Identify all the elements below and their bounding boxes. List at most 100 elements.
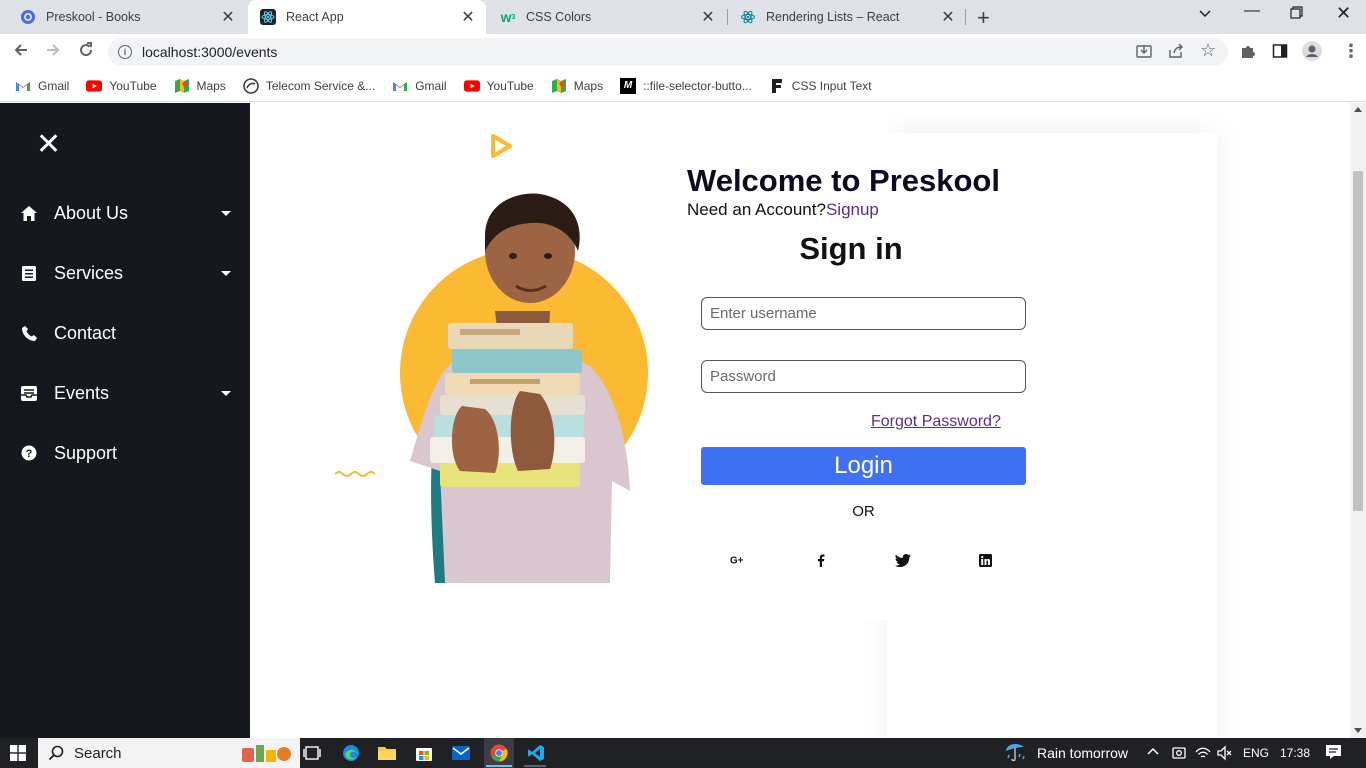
install-app-icon[interactable] <box>1136 43 1152 63</box>
extensions-puzzle-icon[interactable] <box>1240 43 1256 63</box>
close-sidebar-icon[interactable]: ✕ <box>36 130 61 160</box>
google-plus-icon[interactable]: G+ <box>730 552 746 568</box>
help-icon: ? <box>19 443 39 463</box>
windows-taskbar: Search Rain tomorrow ENG 17:38 <box>0 738 1366 768</box>
bookmark-maps[interactable]: Maps <box>551 78 603 94</box>
username-input[interactable] <box>701 297 1026 330</box>
facebook-icon[interactable] <box>813 552 829 568</box>
bookmark-label: Gmail <box>415 78 447 93</box>
bookmark-file-selector[interactable]: M ::file-selector-butto... <box>620 77 752 94</box>
login-button[interactable]: Login <box>701 447 1026 485</box>
vscode-open-indicator <box>524 765 546 767</box>
tray-chevron-up-icon[interactable] <box>1147 743 1159 762</box>
maps-icon <box>174 78 190 94</box>
react-icon <box>740 9 756 25</box>
notifications-icon[interactable] <box>1325 744 1342 764</box>
form-icon <box>769 78 785 94</box>
need-account-label: Need an Account? <box>687 200 826 219</box>
meet-now-icon[interactable] <box>1172 745 1186 764</box>
sidebar-item-contact[interactable]: Contact <box>19 318 231 348</box>
new-tab-plus-icon[interactable]: + <box>977 5 990 31</box>
address-bar[interactable]: i localhost:3000/events <box>108 38 1228 66</box>
password-input[interactable] <box>701 360 1026 393</box>
bookmark-youtube[interactable]: YouTube <box>463 78 534 94</box>
bookmark-css-input-text[interactable]: CSS Input Text <box>769 78 872 94</box>
taskbar-search-box[interactable]: Search <box>38 738 300 768</box>
sidebar-item-services[interactable]: Services <box>19 258 231 288</box>
signup-link[interactable]: Signup <box>826 200 879 219</box>
wifi-icon[interactable] <box>1195 745 1211 764</box>
mail-icon[interactable] <box>451 743 471 763</box>
windows-start-icon[interactable] <box>10 745 26 766</box>
task-view-icon[interactable] <box>302 743 322 763</box>
close-tab-icon[interactable]: ✕ <box>940 7 956 27</box>
bookmark-label: Gmail <box>38 78 70 93</box>
sidebar-item-events[interactable]: Events <box>19 378 231 408</box>
bookmarks-bar: Gmail YouTube Maps Telecom Service &... … <box>0 70 1366 102</box>
bookmark-maps[interactable]: Maps <box>174 78 226 94</box>
login-card-shadow <box>887 133 1217 738</box>
side-panel-icon[interactable] <box>1272 43 1288 63</box>
tab-title: CSS Colors <box>526 10 592 24</box>
volume-muted-icon[interactable] <box>1217 745 1233 764</box>
sidebar: ✕ About Us Services Contact Events ? Sup… <box>0 103 250 738</box>
home-icon <box>19 203 39 223</box>
back-arrow-icon[interactable] <box>12 41 30 64</box>
list-icon <box>19 263 39 283</box>
scroll-up-arrow-icon[interactable] <box>1354 107 1362 112</box>
search-icon <box>48 745 64 761</box>
chrome-icon[interactable] <box>489 743 509 763</box>
profile-avatar-icon[interactable] <box>1302 41 1322 65</box>
reload-icon[interactable] <box>77 41 95 64</box>
tab-preskool-books[interactable]: Preskool - Books ✕ <box>8 0 246 34</box>
sidebar-item-support[interactable]: ? Support <box>19 438 231 468</box>
bookmark-telecom[interactable]: Telecom Service &... <box>243 77 375 94</box>
tab-title: Preskool - Books <box>46 10 141 24</box>
sidebar-item-about-us[interactable]: About Us <box>19 198 231 228</box>
url-text: localhost:3000/events <box>142 44 278 60</box>
sidebar-item-label: Support <box>54 442 118 463</box>
bookmark-youtube[interactable]: YouTube <box>86 78 157 94</box>
close-tab-icon[interactable]: ✕ <box>700 7 716 27</box>
tab-search-chevron-icon[interactable] <box>1198 6 1212 25</box>
close-tab-icon[interactable]: ✕ <box>460 7 476 27</box>
tab-strip: Preskool - Books ✕ React App ✕ w3 CSS Co… <box>0 0 1366 34</box>
youtube-icon <box>86 78 103 94</box>
globe-icon <box>20 9 36 25</box>
site-info-icon[interactable]: i <box>118 45 132 59</box>
page-scrollbar[interactable] <box>1350 103 1366 738</box>
close-tab-icon[interactable]: ✕ <box>220 7 236 27</box>
scrollbar-thumb[interactable] <box>1353 171 1363 511</box>
twitter-icon[interactable] <box>895 552 911 568</box>
mdn-icon: M <box>620 77 637 94</box>
sidebar-item-label: Services <box>54 262 124 283</box>
tab-react-app[interactable]: React App ✕ <box>248 0 486 34</box>
bookmark-star-icon[interactable]: ☆ <box>1200 40 1216 61</box>
close-window-icon[interactable]: ✕ <box>1336 3 1351 24</box>
vscode-icon[interactable] <box>526 743 546 763</box>
microsoft-store-icon[interactable] <box>414 743 434 763</box>
scroll-down-arrow-icon[interactable] <box>1354 728 1362 733</box>
share-icon[interactable] <box>1168 43 1184 63</box>
weather-text[interactable]: Rain tomorrow <box>1037 745 1128 761</box>
bookmark-gmail[interactable]: Gmail <box>392 78 447 94</box>
menu-kebab-icon[interactable]: ⋮ <box>1342 41 1360 62</box>
bookmark-gmail[interactable]: Gmail <box>15 78 69 94</box>
forward-arrow-icon[interactable] <box>44 41 62 64</box>
linkedin-icon[interactable] <box>977 552 993 568</box>
weather-rain-icon[interactable] <box>1004 741 1028 766</box>
caret-down-icon[interactable] <box>221 270 231 276</box>
restore-icon[interactable] <box>1290 6 1303 24</box>
minimize-icon[interactable]: — <box>1244 2 1260 20</box>
forgot-password-link[interactable]: Forgot Password? <box>871 413 1001 431</box>
tab-css-colors[interactable]: w3 CSS Colors ✕ <box>488 0 726 34</box>
tab-rendering-lists[interactable]: Rendering Lists – React ✕ <box>728 0 966 34</box>
edge-browser-icon[interactable] <box>341 743 361 763</box>
input-language[interactable]: ENG <box>1243 746 1269 760</box>
caret-down-icon[interactable] <box>221 390 231 396</box>
clock-time[interactable]: 17:38 <box>1280 746 1310 760</box>
caret-down-icon[interactable] <box>221 210 231 216</box>
tab-divider <box>965 9 966 25</box>
react-icon <box>260 9 276 25</box>
file-explorer-icon[interactable] <box>377 743 397 763</box>
